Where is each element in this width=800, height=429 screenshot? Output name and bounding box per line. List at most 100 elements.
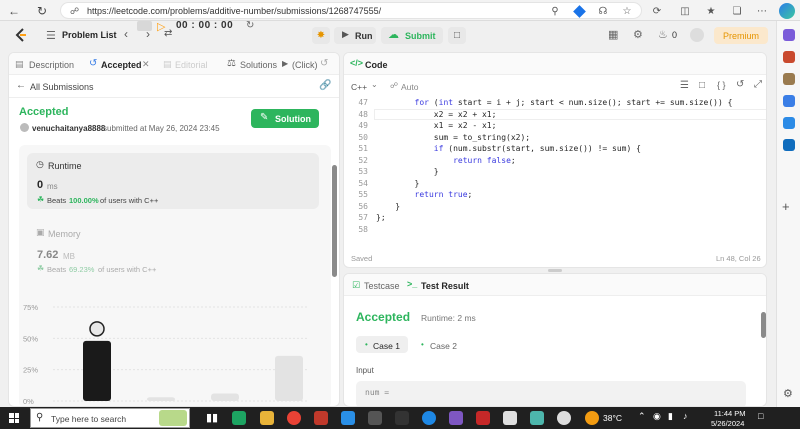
bookmark-icon[interactable]: □ [699, 80, 705, 91]
problem-list-link[interactable]: Problem List [62, 30, 117, 40]
favorite-star-icon[interactable]: ☆ [620, 4, 634, 18]
tab-description[interactable]: Description [29, 60, 74, 70]
copilot-icon[interactable] [779, 3, 795, 19]
tab-click[interactable]: (Click) [292, 60, 318, 70]
network-icon[interactable]: ◉ [653, 411, 661, 422]
collections-icon[interactable]: ❏ [730, 4, 744, 18]
more-menu-icon[interactable]: ⋯ [755, 4, 769, 18]
notes-icon[interactable]: □ [448, 27, 466, 44]
format-icon[interactable]: ☰ [680, 80, 689, 91]
refresh-icon[interactable]: ↻ [34, 3, 50, 19]
volume-icon[interactable]: ♪ [683, 411, 688, 421]
prev-problem-icon[interactable]: ‹ [124, 27, 128, 41]
link-icon[interactable]: 🔗 [319, 80, 331, 91]
split-screen-icon[interactable]: ◫ [678, 4, 692, 18]
submit-button[interactable]: ☁ Submit [381, 27, 443, 44]
task-view-icon[interactable]: ▮▮ [206, 411, 218, 424]
app-icon[interactable] [314, 411, 328, 425]
app-teal-icon[interactable] [530, 411, 544, 425]
run-button[interactable]: ▶ Run [334, 27, 376, 44]
app-clock-icon[interactable] [557, 411, 571, 425]
tab-solutions[interactable]: Solutions [240, 60, 277, 70]
sidebar-telegram-icon[interactable] [783, 117, 795, 129]
settings-gear-icon[interactable]: ⚙ [633, 28, 643, 41]
all-submissions-link[interactable]: All Submissions [30, 82, 94, 92]
case-2-tab[interactable]: • Case 2 [416, 336, 468, 353]
zoom-icon[interactable]: ⚲ [548, 4, 562, 18]
tab-editorial[interactable]: Editorial [175, 60, 208, 70]
app-red-icon[interactable] [476, 411, 490, 425]
left-scrollbar[interactable] [332, 165, 337, 277]
user-avatar[interactable] [20, 123, 29, 132]
app-light-icon[interactable] [503, 411, 517, 425]
app-p-icon[interactable] [368, 411, 382, 425]
runtime-card[interactable]: ◷ Runtime 0 ms ☘ Beats 100.00% of users … [27, 153, 319, 209]
auto-mode[interactable]: Auto [401, 82, 419, 92]
battery-icon[interactable]: ▮ [668, 411, 673, 422]
code-line: 57}; [344, 212, 385, 224]
weather-temp[interactable]: 38°C [603, 413, 622, 423]
chart-ytick-label: 50% [23, 334, 38, 343]
tray-chevron-icon[interactable]: ⌃ [638, 411, 646, 422]
back-arrow-icon[interactable]: ← [16, 80, 26, 91]
sidebar-games-icon[interactable] [783, 95, 795, 107]
username[interactable]: venuchaitanya8888 [32, 124, 105, 133]
windows-start-icon[interactable] [9, 413, 19, 423]
app-purple-icon[interactable] [449, 411, 463, 425]
language-select[interactable]: C++ [351, 82, 367, 92]
sidebar-settings-gear-icon[interactable]: ⚙ [783, 387, 793, 400]
undo-icon[interactable]: ↺ [320, 58, 328, 69]
code-editor[interactable]: 47 for (int start = i + j; start < num.s… [344, 97, 766, 237]
read-aloud-icon[interactable]: ☊ [596, 4, 610, 18]
vscode-icon[interactable] [341, 411, 355, 425]
drag-handle-icon[interactable] [137, 21, 152, 31]
avatar[interactable] [690, 28, 704, 42]
taskbar-search-box[interactable]: ⚲ Type here to search [30, 408, 190, 428]
notifications-icon[interactable]: □ [758, 411, 763, 421]
chevron-down-icon[interactable]: ⌄ [371, 80, 378, 89]
sidebar-search-icon[interactable] [783, 29, 795, 41]
panel-resize-handle[interactable] [548, 269, 562, 272]
runtime-label: Runtime [48, 161, 82, 171]
case-1-tab[interactable]: • Case 1 [356, 336, 408, 353]
back-arrow-icon[interactable]: ← [6, 3, 22, 19]
braces-icon[interactable]: { } [717, 80, 726, 90]
chart-bar[interactable] [83, 340, 111, 401]
chart-user-marker [89, 321, 105, 337]
chart-bar[interactable] [147, 397, 175, 401]
code-text: return true; [414, 190, 473, 199]
file-explorer-icon[interactable] [260, 411, 274, 425]
layout-grid-icon[interactable]: ▦ [608, 28, 618, 41]
tab-testcase[interactable]: Testcase [364, 281, 400, 291]
tab-test-result[interactable]: Test Result [421, 281, 469, 291]
clock-time[interactable]: 11:44 PM [714, 409, 746, 418]
chart-bar[interactable] [211, 393, 239, 401]
distribution-chart: 75% 50% 25% 0% [23, 303, 309, 406]
history-icon: ↺ [89, 58, 98, 69]
app-dark-icon[interactable] [395, 411, 409, 425]
favorites-icon[interactable]: ★ [704, 4, 718, 18]
timer-reset-icon[interactable]: ↻ [246, 20, 254, 31]
chart-bar[interactable] [275, 355, 303, 401]
app-blue-icon[interactable] [422, 411, 436, 425]
extension-icon[interactable] [572, 4, 586, 18]
chrome-icon[interactable] [287, 411, 301, 425]
sidebar-add-icon[interactable]: + [782, 199, 790, 214]
timer-play-icon[interactable]: ▷ [157, 20, 165, 33]
sidebar-outlook-icon[interactable] [783, 139, 795, 151]
solution-button[interactable]: ✎ Solution [251, 109, 319, 128]
fullscreen-icon[interactable]: ⤢ [754, 79, 762, 90]
reset-code-icon[interactable]: ↺ [736, 79, 744, 90]
edge-taskbar-icon[interactable] [232, 411, 246, 425]
leetcode-logo-icon[interactable] [14, 28, 28, 42]
sidebar-tools-icon[interactable] [783, 51, 795, 63]
debug-icon[interactable]: ✸ [312, 27, 330, 44]
refresh-page-icon[interactable]: ⟳ [650, 4, 664, 18]
result-scrollbar[interactable] [761, 312, 766, 338]
input-label: Input [356, 366, 374, 375]
tab-accepted[interactable]: Accepted [101, 60, 142, 70]
sidebar-shopping-icon[interactable] [783, 73, 795, 85]
premium-button[interactable]: Premium [714, 27, 768, 44]
clock-date[interactable]: 5/26/2024 [711, 419, 744, 428]
close-tab-icon[interactable]: ✕ [142, 59, 150, 70]
